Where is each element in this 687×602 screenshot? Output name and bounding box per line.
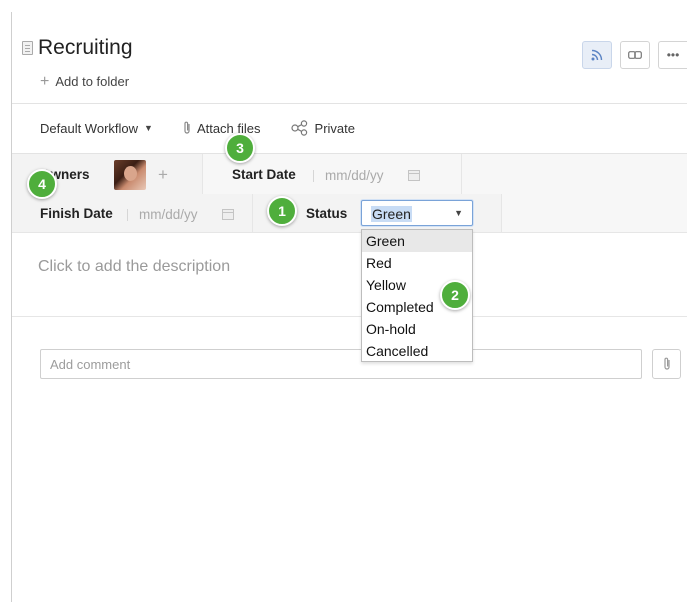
separator: [313, 170, 314, 182]
annotation-badge-1: 1: [267, 196, 297, 226]
finish-date-input[interactable]: mm/dd/yy: [139, 207, 198, 222]
add-to-folder-link[interactable]: + Add to folder: [40, 72, 130, 90]
start-date-label: Start Date: [232, 167, 296, 182]
share-nodes-icon: [290, 120, 307, 136]
add-to-folder-label: Add to folder: [55, 74, 130, 89]
annotation-badge-4: 4: [27, 169, 57, 199]
plus-icon: +: [40, 72, 50, 90]
annotation-badge-2: 2: [440, 280, 470, 310]
privacy-button[interactable]: Private: [290, 120, 355, 136]
add-owner-plus-icon[interactable]: +: [158, 165, 168, 185]
calendar-icon[interactable]: [408, 170, 420, 181]
rss-button[interactable]: [582, 41, 612, 69]
annotation-badge-3: 3: [225, 133, 255, 163]
paperclip-icon: [184, 121, 190, 134]
calendar-icon[interactable]: [222, 209, 234, 220]
more-button[interactable]: •••: [658, 41, 687, 69]
workflow-label: Default Workflow: [40, 120, 139, 136]
attach-files-label: Attach files: [196, 120, 261, 136]
task-title[interactable]: Recruiting: [38, 36, 133, 60]
divider: [12, 103, 687, 104]
caret-down-icon: ▼: [454, 208, 463, 218]
status-option-red[interactable]: Red: [362, 252, 472, 274]
owner-avatar[interactable]: [114, 160, 146, 190]
copy-link-button[interactable]: [620, 41, 650, 69]
caret-down-icon: ▼: [144, 123, 153, 133]
status-option-cancelled[interactable]: Cancelled: [362, 340, 472, 362]
privacy-label: Private: [314, 120, 355, 136]
link-icon: [628, 51, 642, 59]
description-placeholder[interactable]: Click to add the description: [38, 258, 230, 276]
status-option-on-hold[interactable]: On-hold: [362, 318, 472, 340]
status-selected-value: Green: [371, 206, 412, 222]
workflow-dropdown[interactable]: Default Workflow ▼: [40, 121, 153, 136]
divider: [12, 232, 687, 233]
attach-files-button[interactable]: Attach files: [183, 121, 261, 136]
status-label: Status: [306, 206, 348, 221]
task-toolbar: Default Workflow ▼ Attach files Private: [40, 120, 355, 136]
divider: [12, 316, 687, 317]
separator: [127, 209, 128, 221]
comment-attach-button[interactable]: [652, 349, 681, 379]
ellipsis-icon: •••: [666, 48, 680, 62]
start-date-input[interactable]: mm/dd/yy: [325, 168, 384, 183]
rss-icon: [591, 49, 603, 61]
comment-input[interactable]: [40, 349, 642, 379]
status-select[interactable]: Green ▼: [361, 200, 473, 226]
task-panel: [11, 12, 687, 602]
paperclip-icon: [663, 357, 670, 370]
finish-date-label: Finish Date: [40, 206, 113, 221]
document-icon: [22, 41, 33, 55]
status-option-green[interactable]: Green: [362, 230, 472, 252]
